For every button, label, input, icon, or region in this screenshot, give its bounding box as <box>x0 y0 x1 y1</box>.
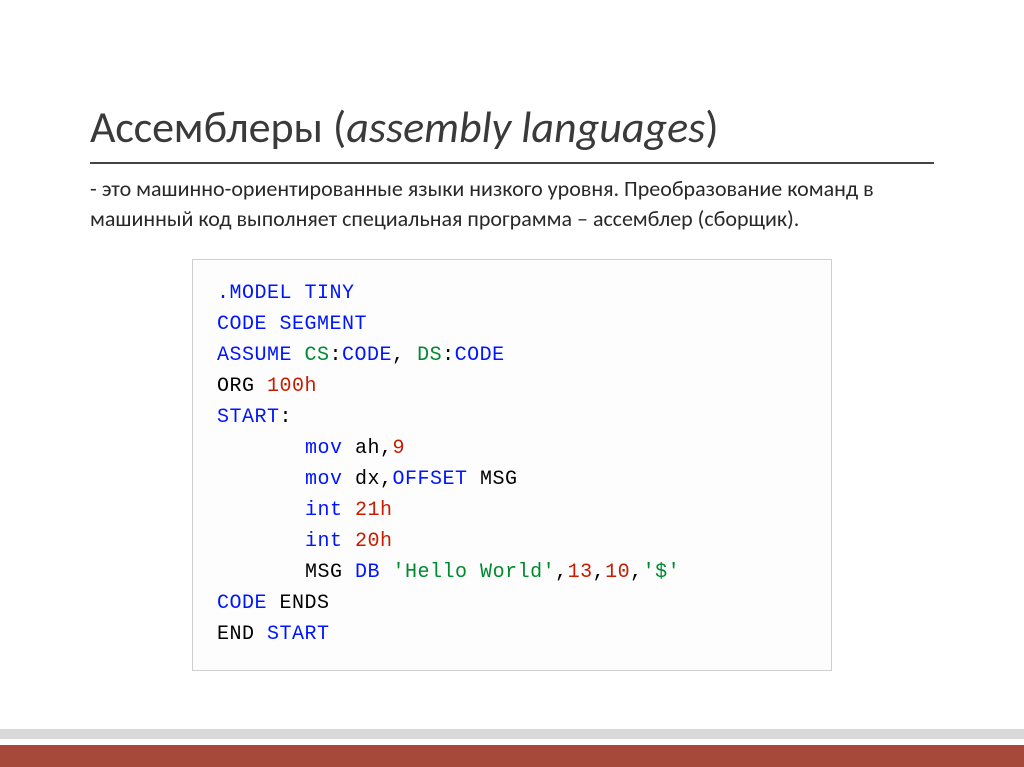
code-line-12: END START <box>217 619 807 650</box>
footer-accent-bar <box>0 739 1024 767</box>
code-line-5: START: <box>217 402 807 433</box>
code-line-3: ASSUME CS:CODE, DS:CODE <box>217 340 807 371</box>
code-line-11: CODE ENDS <box>217 588 807 619</box>
code-line-2: CODE SEGMENT <box>217 309 807 340</box>
code-block: .MODEL TINY CODE SEGMENT ASSUME CS:CODE,… <box>192 259 832 671</box>
code-line-10: MSG DB 'Hello World',13,10,'$' <box>217 557 807 588</box>
title-main: Ассемблеры <box>90 100 323 154</box>
footer-gray-stripe <box>0 729 1024 739</box>
slide-title: Ассемблеры (assembly languages) <box>90 100 934 154</box>
code-line-8: int 21h <box>217 495 807 526</box>
code-line-4: ORG 100h <box>217 371 807 402</box>
code-line-7: mov dx,OFFSET MSG <box>217 464 807 495</box>
description-text: - это машинно-ориентированные языки низк… <box>90 174 934 233</box>
title-underline <box>90 162 934 164</box>
title-close: ) <box>705 100 718 154</box>
title-subtitle: assembly languages <box>346 100 705 154</box>
content-area: Ассемблеры (assembly languages) - это ма… <box>0 0 1024 671</box>
code-line-6: mov ah,9 <box>217 433 807 464</box>
code-line-1: .MODEL TINY <box>217 278 807 309</box>
code-line-9: int 20h <box>217 526 807 557</box>
presentation-slide: Ассемблеры (assembly languages) - это ма… <box>0 0 1024 767</box>
title-open: ( <box>323 100 346 154</box>
